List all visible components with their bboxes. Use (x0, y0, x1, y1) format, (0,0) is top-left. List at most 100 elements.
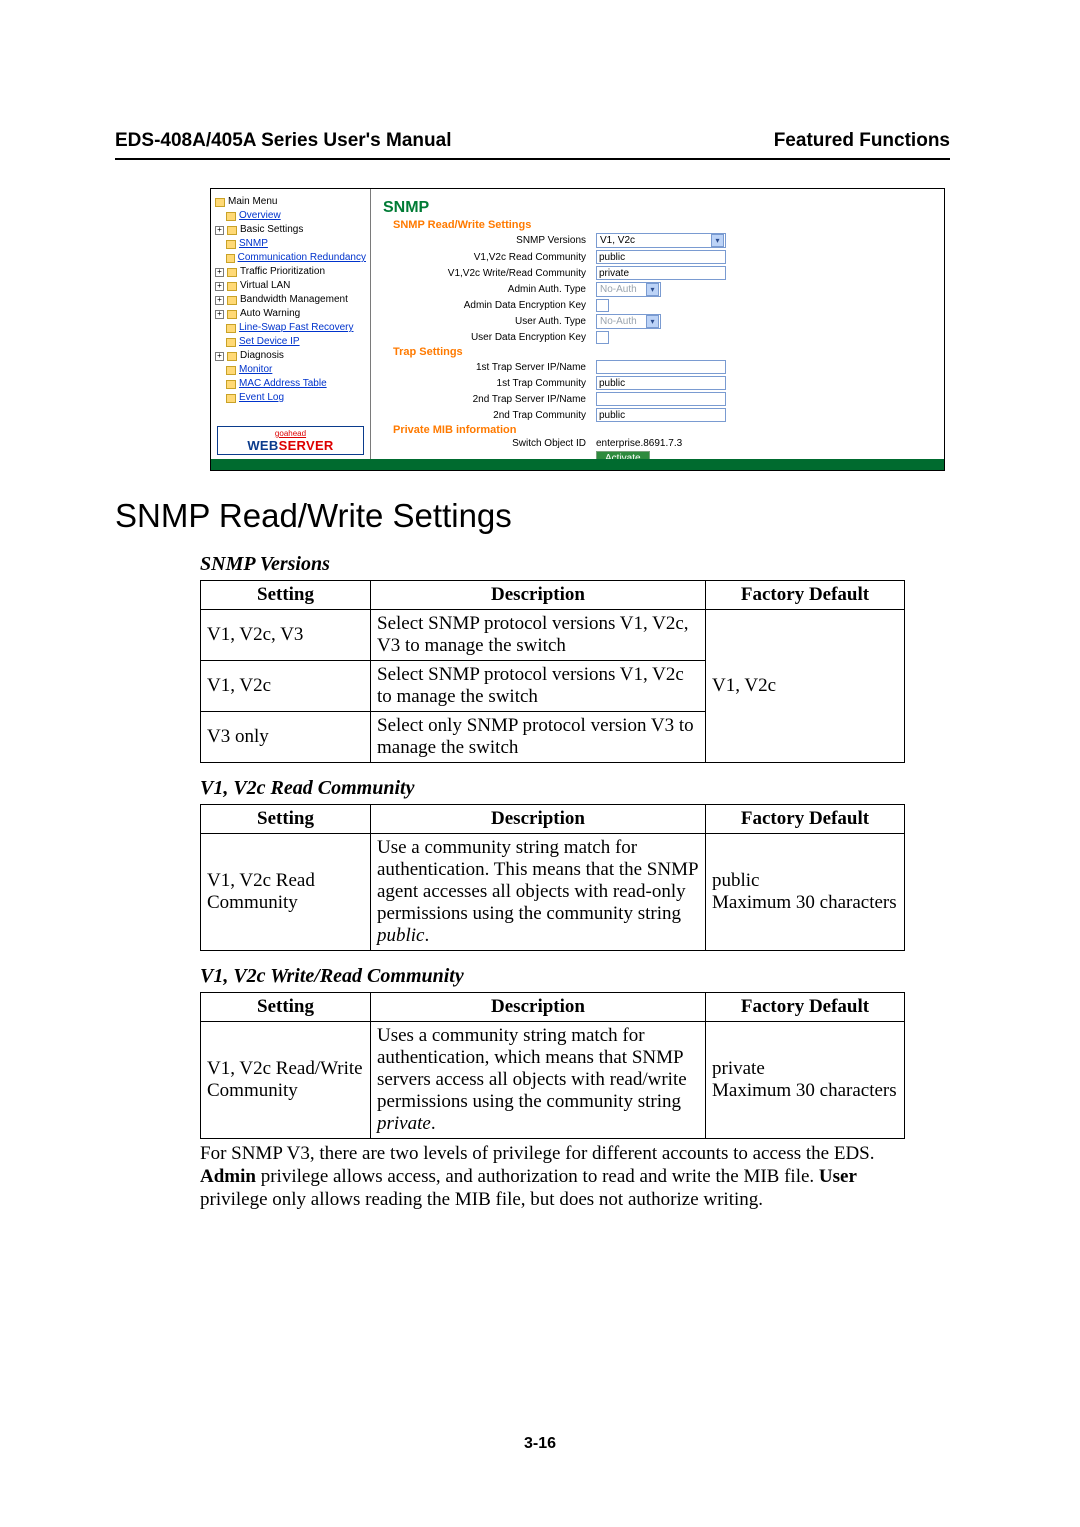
row-read-community: V1,V2c Read Community public (381, 250, 934, 264)
tree-traffic-prioritization[interactable]: +Traffic Prioritization (215, 265, 366, 279)
tree-label: Auto Warning (240, 307, 300, 321)
label-trap2-ip: 2nd Trap Server IP/Name (381, 394, 596, 405)
cell-description: Select SNMP protocol versions V1, V2c, V… (371, 610, 706, 661)
input-trap1-community[interactable]: public (596, 376, 726, 390)
tree-comm-redundancy[interactable]: Communication Redundancy (226, 251, 366, 265)
tree-basic-settings[interactable]: + Basic Settings (215, 223, 366, 237)
status-bar (211, 459, 944, 470)
table-write-community: Setting Description Factory Default V1, … (200, 992, 905, 1139)
folder-icon (226, 338, 236, 347)
tree-label: Monitor (239, 363, 272, 377)
tree-virtual-lan[interactable]: + Virtual LAN (215, 279, 366, 293)
tree-label: Main Menu (228, 195, 277, 209)
th-setting: Setting (201, 805, 371, 834)
manual-title: EDS-408A/405A Series User's Manual (115, 130, 451, 152)
subheading-snmp-versions: SNMP Versions (200, 553, 950, 576)
row-user-key: User Data Encryption Key (381, 331, 934, 344)
value-switch-oid: enterprise.8691.7.3 (596, 438, 682, 449)
webserver-logo: goahead WEBSERVER (217, 426, 364, 455)
folder-icon (226, 380, 236, 389)
nav-tree-panel: Main Menu Overview +Basic Settings SNMP … (211, 189, 371, 459)
label-trap1-ip: 1st Trap Server IP/Name (381, 362, 596, 373)
tree-label: MAC Address Table (239, 377, 327, 391)
select-value: No-Auth (600, 316, 637, 327)
cell-setting: V3 only (201, 712, 371, 763)
cell-description: Uses a community string match for authen… (371, 1022, 706, 1139)
snmp-screenshot: Main Menu Overview + Basic Settings SNMP … (210, 188, 945, 471)
cell-factory-default: private Maximum 30 characters (706, 1022, 905, 1139)
chevron-down-icon: ▾ (646, 283, 659, 296)
select-snmp-versions[interactable]: V1, V2c▾ (596, 233, 726, 248)
tree-monitor[interactable]: Monitor (226, 363, 366, 377)
checkbox-admin-key[interactable] (596, 299, 609, 312)
table-snmp-versions: Setting Description Factory Default V1, … (200, 580, 905, 763)
table-row: V1, V2c Read Community Use a community s… (201, 834, 905, 951)
row-write-community: V1,V2c Write/Read Community private (381, 266, 934, 280)
chevron-down-icon: ▾ (646, 315, 659, 328)
row-snmp-versions: SNMP Versions V1, V2c▾ (381, 233, 934, 248)
tree-auto-warning[interactable]: + Auto Warning (215, 307, 366, 321)
tree-overview[interactable]: Overview (226, 209, 366, 223)
heading-snmp-rw-settings: SNMP Read/Write Settings (115, 497, 950, 535)
tree-mac-table[interactable]: MAC Address Table (226, 377, 366, 391)
tree-label: Communication Redundancy (238, 251, 366, 265)
input-write-community[interactable]: private (596, 266, 726, 280)
page-header: EDS-408A/405A Series User's Manual Featu… (115, 130, 950, 160)
label-trap2-community: 2nd Trap Community (381, 410, 596, 421)
expand-icon[interactable]: + (215, 268, 224, 277)
tree-snmp[interactable]: SNMP (226, 237, 366, 251)
th-description: Description (371, 805, 706, 834)
input-trap2-ip[interactable] (596, 392, 726, 406)
cell-setting: V1, V2c, V3 (201, 610, 371, 661)
chevron-down-icon: ▾ (711, 234, 724, 247)
folder-icon (227, 296, 237, 305)
expand-icon[interactable]: + (215, 282, 224, 291)
input-trap2-community[interactable]: public (596, 408, 726, 422)
cell-setting: V1, V2c (201, 661, 371, 712)
input-trap1-ip[interactable] (596, 360, 726, 374)
tree-label: Basic Settings (240, 223, 303, 237)
cell-factory-default: public Maximum 30 characters (706, 834, 905, 951)
tree-label: Bandwidth Management (240, 293, 348, 307)
tree-diagnosis[interactable]: + Diagnosis (215, 349, 366, 363)
expand-icon[interactable]: + (215, 226, 224, 235)
row-admin-key: Admin Data Encryption Key (381, 299, 934, 312)
table-row: V1, V2c, V3 Select SNMP protocol version… (201, 610, 905, 661)
label-snmp-versions: SNMP Versions (381, 235, 596, 246)
row-user-auth: User Auth. Type No-Auth▾ (381, 314, 934, 329)
table-row: V1, V2c Read/Write Community Uses a comm… (201, 1022, 905, 1139)
brand-server: SERVER (279, 438, 334, 453)
row-trap1-community: 1st Trap Community public (381, 376, 934, 390)
select-user-auth[interactable]: No-Auth ▾ (596, 314, 661, 329)
label-admin-key: Admin Data Encryption Key (381, 300, 596, 311)
th-setting: Setting (201, 993, 371, 1022)
expand-icon[interactable]: + (215, 310, 224, 319)
input-read-community[interactable]: public (596, 250, 726, 264)
section-title: Featured Functions (774, 130, 950, 152)
tree-label: Set Device IP (239, 335, 300, 349)
cell-setting: V1, V2c Read Community (201, 834, 371, 951)
tree-main-menu[interactable]: Main Menu (215, 195, 366, 209)
folder-icon (226, 394, 236, 403)
expand-icon[interactable]: + (215, 296, 224, 305)
checkbox-user-key[interactable] (596, 331, 609, 344)
tree-event-log[interactable]: Event Log (226, 391, 366, 405)
folder-icon (226, 366, 236, 375)
tree-label: Diagnosis (240, 349, 284, 363)
folder-icon (227, 282, 237, 291)
expand-icon[interactable]: + (215, 352, 224, 361)
brand-web: WEB (247, 438, 278, 453)
snmp-heading: SNMP (383, 199, 934, 217)
tree-label: Virtual LAN (240, 279, 290, 293)
tree-label: Overview (239, 209, 281, 223)
row-trap1-ip: 1st Trap Server IP/Name (381, 360, 934, 374)
tree-label: SNMP (239, 237, 268, 251)
tree-bandwidth-management[interactable]: + Bandwidth Management (215, 293, 366, 307)
tree-set-device-ip[interactable]: Set Device IP (226, 335, 366, 349)
label-user-key: User Data Encryption Key (381, 332, 596, 343)
tree-line-swap[interactable]: Line-Swap Fast Recovery (226, 321, 366, 335)
folder-icon (226, 212, 236, 221)
label-trap1-community: 1st Trap Community (381, 378, 596, 389)
cell-setting: V1, V2c Read/Write Community (201, 1022, 371, 1139)
select-admin-auth[interactable]: No-Auth▾ (596, 282, 661, 297)
